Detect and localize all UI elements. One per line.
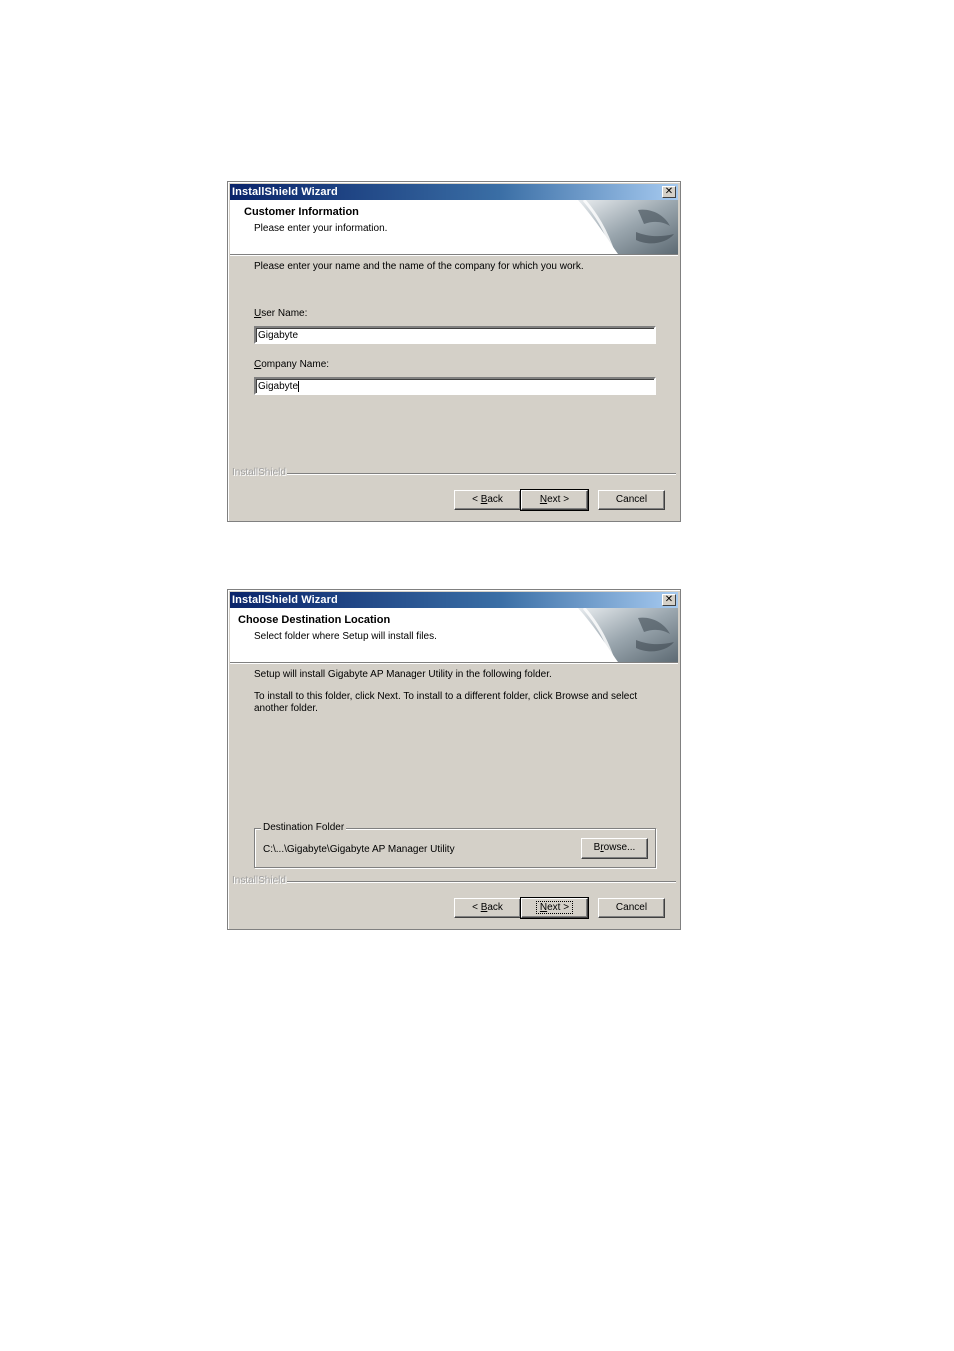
- header-title: Customer Information: [244, 206, 359, 218]
- company-name-label: Company Name:: [254, 359, 329, 370]
- header-divider: [230, 662, 678, 664]
- header-title: Choose Destination Location: [238, 614, 391, 626]
- customer-information-dialog: InstallShield Wizard ✕ Customer Informat…: [227, 181, 681, 522]
- wizard-header: Choose Destination Location Select folde…: [230, 608, 678, 662]
- back-button[interactable]: < Back: [454, 898, 521, 918]
- cancel-button[interactable]: Cancel: [598, 898, 665, 918]
- installshield-brand-divider: InstallShield: [232, 875, 676, 886]
- next-label: ext >: [547, 494, 570, 505]
- next-button[interactable]: Next >: [520, 897, 589, 919]
- install-location-text: Setup will install Gigabyte AP Manager U…: [254, 669, 552, 680]
- destination-folder-path: C:\...\Gigabyte\Gigabyte AP Manager Util…: [263, 844, 455, 855]
- destination-folder-label: Destination Folder: [261, 822, 347, 833]
- choose-destination-dialog: InstallShield Wizard ✕ Choose Destinatio…: [227, 589, 681, 930]
- cancel-button[interactable]: Cancel: [598, 490, 665, 510]
- back-button[interactable]: < Back: [454, 490, 521, 510]
- next-label: ext >: [547, 902, 570, 913]
- instruction-text: Please enter your name and the name of t…: [254, 261, 584, 272]
- brand-rule: [287, 881, 676, 883]
- back-label: ack: [487, 494, 503, 505]
- browse-button[interactable]: Browse...: [581, 838, 648, 859]
- user-name-label-text: ser Name:: [261, 308, 308, 319]
- company-name-field[interactable]: Gigabyte: [254, 377, 656, 395]
- window-title: InstallShield Wizard: [232, 186, 338, 198]
- header-subtitle: Select folder where Setup will install f…: [254, 631, 437, 642]
- title-bar[interactable]: InstallShield Wizard ✕: [230, 592, 678, 608]
- brand-rule: [287, 473, 676, 475]
- company-name-label-text: ompany Name:: [261, 359, 330, 370]
- title-bar[interactable]: InstallShield Wizard ✕: [230, 184, 678, 200]
- installshield-brand-divider: InstallShield: [232, 467, 676, 478]
- user-name-label: User Name:: [254, 308, 307, 319]
- installshield-brand-label: InstallShield: [232, 875, 289, 886]
- header-divider: [230, 254, 678, 256]
- wizard-header: Customer Information Please enter your i…: [230, 200, 678, 254]
- user-name-field[interactable]: Gigabyte: [254, 326, 656, 344]
- company-name-value: Gigabyte: [258, 381, 299, 392]
- destination-folder-group: Destination Folder C:\...\Gigabyte\Gigab…: [254, 822, 656, 868]
- text-cursor: [298, 381, 300, 392]
- close-icon[interactable]: ✕: [662, 594, 676, 606]
- back-prefix: <: [472, 902, 481, 913]
- back-prefix: <: [472, 494, 481, 505]
- header-subtitle: Please enter your information.: [254, 223, 388, 234]
- next-focus-rect: Next >: [535, 901, 574, 914]
- installshield-brand-label: InstallShield: [232, 467, 289, 478]
- installshield-face-art-icon: [578, 608, 678, 662]
- installshield-face-art-icon: [578, 200, 678, 254]
- window-title: InstallShield Wizard: [232, 594, 338, 606]
- next-button[interactable]: Next >: [520, 489, 589, 511]
- browse-instructions-text: To install to this folder, click Next. T…: [254, 691, 638, 714]
- browse-label: owse...: [603, 842, 636, 853]
- close-icon[interactable]: ✕: [662, 186, 676, 198]
- back-label: ack: [487, 902, 503, 913]
